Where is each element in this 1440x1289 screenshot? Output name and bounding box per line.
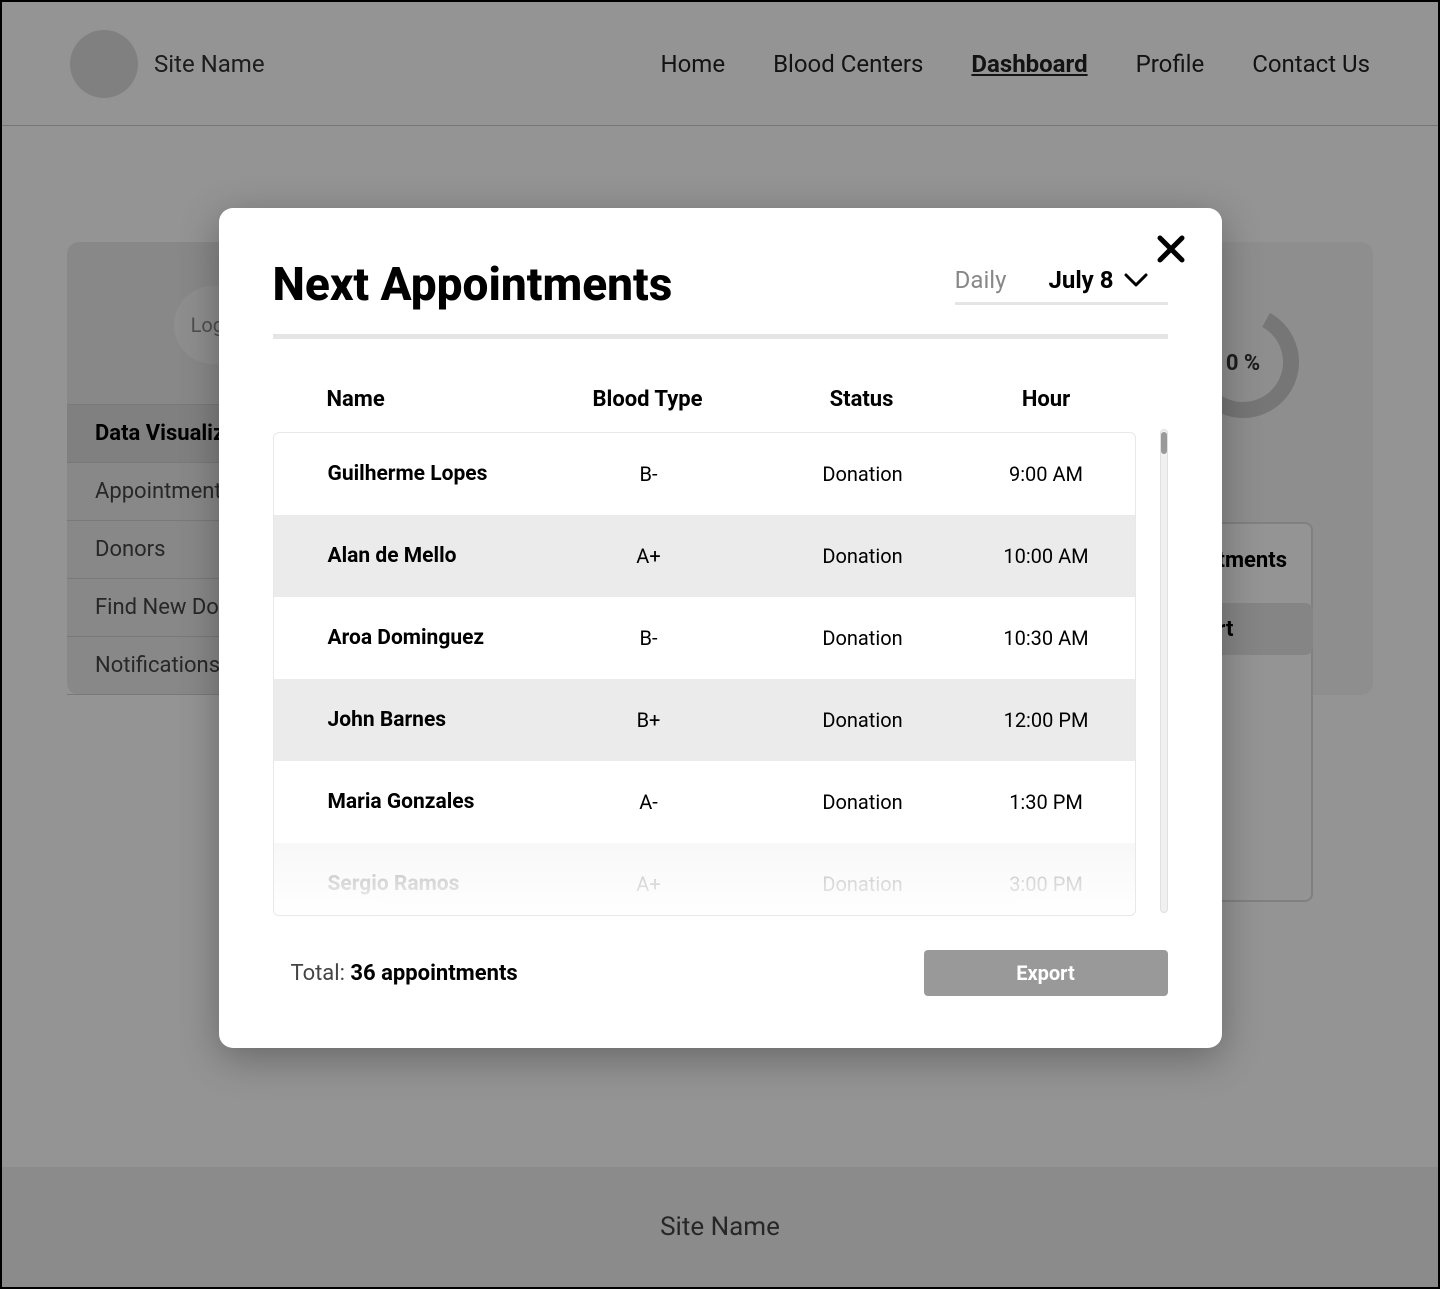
- col-header-blood-type: Blood Type: [541, 387, 755, 412]
- cell-hour: 9:00 AM: [970, 462, 1123, 486]
- cell-name: Aroa Dominguez: [328, 626, 542, 650]
- cell-name: Sergio Ramos: [328, 872, 542, 896]
- cell-status: Donation: [756, 544, 970, 568]
- cell-status: Donation: [756, 626, 970, 650]
- scrollbar-thumb[interactable]: [1161, 432, 1167, 454]
- divider: [273, 334, 1168, 339]
- close-button[interactable]: [1156, 234, 1186, 268]
- modal-header: Next Appointments Daily July 8: [273, 258, 1168, 312]
- modal-controls: Daily July 8: [955, 266, 1168, 305]
- modal-footer: Total: 36 appointments Export: [273, 950, 1168, 996]
- cell-blood: B-: [542, 462, 756, 486]
- table-row[interactable]: Sergio Ramos A+ Donation 3:00 PM: [274, 843, 1135, 916]
- appointments-modal: Next Appointments Daily July 8 Name Bloo…: [219, 208, 1222, 1048]
- cell-name: Maria Gonzales: [328, 790, 542, 814]
- total-count: Total: 36 appointments: [273, 961, 518, 986]
- cell-status: Donation: [756, 790, 970, 814]
- table-header: Name Blood Type Status Hour: [273, 367, 1136, 432]
- cell-status: Donation: [756, 708, 970, 732]
- table-row[interactable]: Maria Gonzales A- Donation 1:30 PM: [274, 761, 1135, 843]
- cell-hour: 10:00 AM: [970, 544, 1123, 568]
- cell-blood: A+: [542, 872, 756, 896]
- cell-status: Donation: [756, 872, 970, 896]
- close-icon: [1156, 234, 1186, 264]
- cell-name: Guilherme Lopes: [328, 462, 542, 486]
- cell-hour: 3:00 PM: [970, 872, 1123, 896]
- table-row[interactable]: Aroa Dominguez B- Donation 10:30 AM: [274, 597, 1135, 679]
- cell-status: Donation: [756, 462, 970, 486]
- modal-overlay[interactable]: Next Appointments Daily July 8 Name Bloo…: [2, 2, 1438, 1287]
- cell-name: Alan de Mello: [328, 544, 542, 568]
- table-row[interactable]: Guilherme Lopes B- Donation 9:00 AM: [274, 433, 1135, 515]
- table-row[interactable]: John Barnes B+ Donation 12:00 PM: [274, 679, 1135, 761]
- cell-blood: B-: [542, 626, 756, 650]
- date-label: July 8: [1048, 266, 1113, 294]
- col-header-name: Name: [327, 387, 541, 412]
- table-area: Name Blood Type Status Hour Guilherme Lo…: [273, 367, 1136, 916]
- chevron-down-icon: [1124, 273, 1148, 287]
- col-header-hour: Hour: [969, 387, 1124, 412]
- col-header-status: Status: [755, 387, 969, 412]
- cell-hour: 1:30 PM: [970, 790, 1123, 814]
- cell-blood: A-: [542, 790, 756, 814]
- scrollbar[interactable]: [1160, 429, 1168, 913]
- export-button[interactable]: Export: [924, 950, 1168, 996]
- table-body[interactable]: Guilherme Lopes B- Donation 9:00 AM Alan…: [273, 432, 1136, 916]
- cell-blood: A+: [542, 544, 756, 568]
- frequency-selector[interactable]: Daily: [955, 266, 1007, 294]
- cell-hour: 10:30 AM: [970, 626, 1123, 650]
- cell-hour: 12:00 PM: [970, 708, 1123, 732]
- modal-title: Next Appointments: [273, 258, 673, 312]
- cell-blood: B+: [542, 708, 756, 732]
- table-row[interactable]: Alan de Mello A+ Donation 10:00 AM: [274, 515, 1135, 597]
- date-selector[interactable]: July 8: [1048, 266, 1147, 294]
- table-wrap: Name Blood Type Status Hour Guilherme Lo…: [273, 367, 1168, 916]
- cell-name: John Barnes: [328, 708, 542, 732]
